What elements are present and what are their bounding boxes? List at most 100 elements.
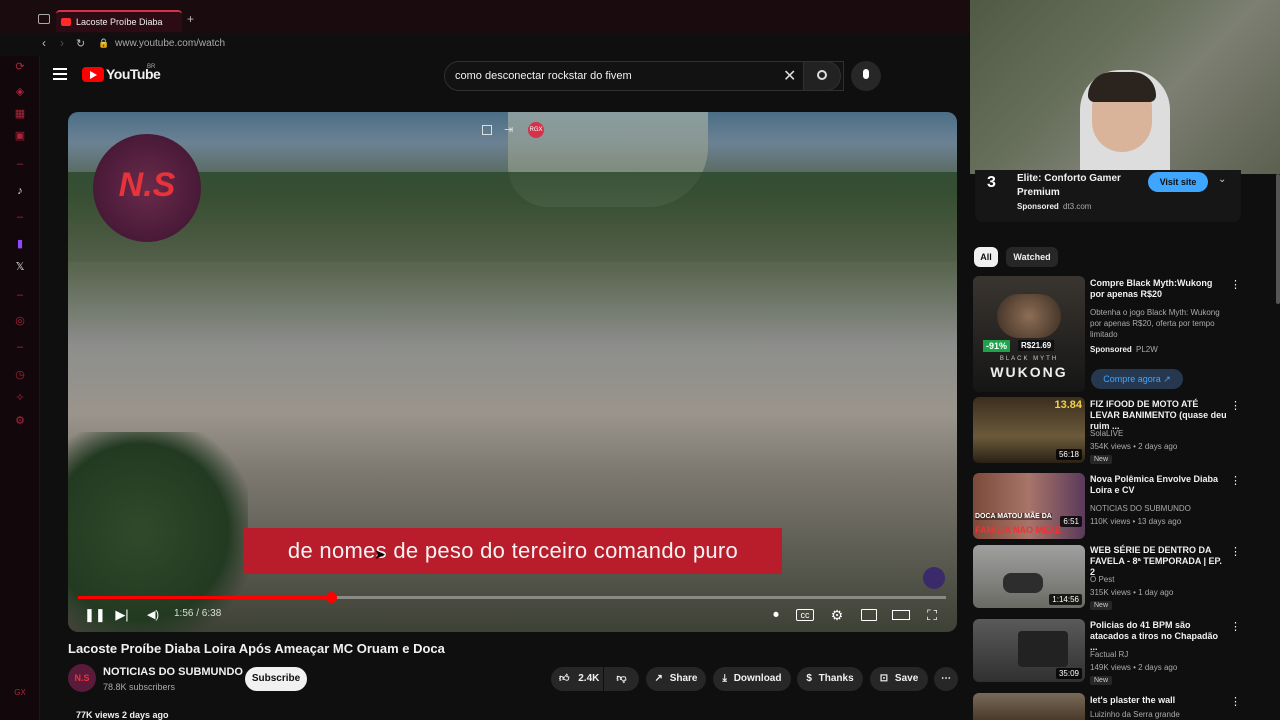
divider-icon: – (16, 289, 24, 301)
games-icon[interactable]: ▦ (13, 107, 27, 121)
thanks-icon: $ (806, 673, 812, 684)
player-icon[interactable]: ◎ (13, 314, 27, 328)
rec-menu-icon[interactable]: ⋮ (1230, 545, 1241, 558)
ad-title[interactable]: Elite: Conforto Gamer Premium (1017, 172, 1132, 200)
rec-menu-icon[interactable]: ⋮ (1230, 474, 1241, 487)
rec-menu-icon[interactable]: ⋮ (1230, 399, 1241, 412)
thumb-text: 13.84 (1054, 399, 1082, 411)
save-button[interactable]: ⊡ Save (870, 667, 928, 691)
rec-sponsored: Sponsored (1090, 345, 1132, 354)
rec-thumbnail[interactable]: 35:09 (973, 619, 1085, 682)
url-field[interactable]: www.youtube.com/watch (115, 38, 225, 49)
download-icon: ⤓ (722, 673, 727, 684)
buy-now-label: Compre agora (1103, 374, 1161, 384)
pause-icon[interactable]: ❚❚ (84, 606, 106, 624)
bookmark-icon: ⊡ (879, 673, 889, 684)
rec-channel: Luizinho da Serra grande (1090, 710, 1180, 719)
gx-icon[interactable]: GX (13, 686, 27, 700)
visit-site-button[interactable]: Visit site (1148, 172, 1208, 192)
aria-icon[interactable]: ◈ (13, 85, 27, 99)
ad-expand-icon[interactable]: ⌄ (1218, 174, 1226, 185)
twitch-icon[interactable]: ▮ (13, 237, 27, 251)
settings-icon[interactable]: ⚙ (13, 414, 27, 428)
share-button[interactable]: ↗ Share (646, 667, 706, 691)
chip-all[interactable]: All (974, 247, 998, 267)
progress-bar[interactable] (78, 592, 946, 603)
pip-icon[interactable] (482, 125, 492, 135)
search-button[interactable] (803, 61, 841, 91)
dislike-button[interactable]: 👎︎ (604, 667, 639, 691)
divider-icon: – (16, 341, 24, 353)
browser-sidebar: O ⟳ ◈ ▦ ▣ – ♪ – ▮ 𝕏 – ◎ – ◷ ✧ ⚙ GX (0, 0, 40, 720)
clear-search-icon[interactable]: ✕ (783, 66, 796, 86)
rec-thumbnail[interactable]: DOCA MATOU MÃE DA FAMILIA NAO MEXE 6:51 (973, 473, 1085, 539)
new-badge: New (1090, 676, 1113, 685)
new-tab-icon[interactable]: + (187, 12, 194, 26)
autoplay-toggle-icon[interactable]: ⏺ (766, 606, 786, 624)
settings-gear-icon[interactable]: ⚙ (828, 606, 846, 624)
scrubber-handle[interactable] (325, 592, 337, 603)
rec-title[interactable]: Nova Polêmica Envolve Diaba Loira e CV (1090, 474, 1228, 496)
history-icon[interactable]: ◷ (13, 368, 27, 382)
tab-island-icon[interactable] (38, 14, 50, 24)
menu-icon[interactable] (53, 68, 67, 80)
theater-mode-icon[interactable] (892, 610, 910, 620)
subscribe-button[interactable]: Subscribe (245, 667, 307, 691)
more-actions-button[interactable]: ⋯ (934, 667, 958, 691)
microphone-icon (863, 69, 869, 79)
rec-channel: O Pest (1090, 575, 1115, 584)
share-label: Share (669, 673, 698, 684)
page-scrollbar[interactable] (1276, 174, 1280, 304)
miniplayer-icon[interactable] (861, 609, 877, 621)
rec-thumbnail[interactable]: 13.84 56:18 (973, 397, 1085, 463)
cast-icon[interactable]: ⇥ (504, 123, 513, 136)
rec-description: Obtenha o jogo Black Myth: Wukong por ap… (1090, 308, 1220, 339)
rec-meta: 354K views • 2 days ago (1090, 442, 1178, 451)
rec-menu-icon[interactable]: ⋮ (1230, 278, 1241, 291)
voice-search-button[interactable] (851, 61, 881, 91)
thanks-button[interactable]: $ Thanks (797, 667, 863, 691)
rec-menu-icon[interactable]: ⋮ (1230, 620, 1241, 633)
like-button[interactable]: 👍︎ 2.4K (551, 667, 603, 691)
like-count: 2.4K (578, 673, 600, 684)
video-subtitle: de nomes de peso do terceiro comando pur… (244, 528, 782, 574)
speaker-icon (61, 18, 71, 26)
channel-avatar[interactable]: N.S (68, 664, 96, 692)
ad-domain: dt3.com (1063, 202, 1092, 211)
back-icon[interactable]: ‹ (42, 36, 46, 50)
duration-badge: 6:51 (1060, 516, 1082, 527)
buy-now-button[interactable]: Compre agora ↗ (1091, 369, 1183, 389)
thumb-figures (1003, 573, 1043, 593)
rec-meta: 110K views • 13 days ago (1090, 517, 1182, 526)
rec-thumbnail[interactable] (973, 693, 1085, 720)
rec-menu-icon[interactable]: ⋮ (1230, 695, 1241, 708)
rec-thumbnail[interactable]: -91% R$21.69 BLACK MYTH WUKONG (973, 276, 1085, 392)
captions-icon[interactable]: cc (796, 609, 814, 621)
channel-name[interactable]: NOTICIAS DO SUBMUNDO (103, 666, 243, 678)
tab-bar: Lacoste Proíbe Diaba + (0, 0, 970, 34)
extensions-icon[interactable]: ✧ (13, 391, 27, 405)
rec-title[interactable]: let's plaster the wall (1090, 695, 1228, 706)
rgx-badge[interactable]: RGX (528, 122, 544, 138)
x-twitter-icon[interactable]: 𝕏 (13, 260, 27, 274)
refresh-icon[interactable]: ⟳ (13, 60, 27, 74)
mail-icon[interactable]: ▣ (13, 129, 27, 143)
chip-watched[interactable]: Watched (1006, 247, 1058, 267)
fullscreen-icon[interactable]: ⛶ (924, 606, 940, 624)
youtube-logo-icon[interactable] (82, 67, 104, 82)
rec-thumbnail[interactable]: 1:14:56 (973, 545, 1085, 608)
channel-corner-icon[interactable] (923, 567, 945, 589)
tiktok-icon[interactable]: ♪ (13, 184, 27, 198)
download-button[interactable]: ⤓ Download (713, 667, 791, 691)
volume-icon[interactable]: ◀) (146, 606, 160, 624)
sponsored-ad-card[interactable]: 3 Elite: Conforto Gamer Premium Sponsore… (975, 170, 1241, 222)
forward-icon[interactable]: › (60, 36, 64, 50)
reload-icon[interactable]: ↻ (76, 37, 85, 50)
next-icon[interactable]: ▶| (114, 606, 130, 624)
duration-badge: 1:14:56 (1049, 594, 1082, 605)
search-query: como desconectar rockstar do fivem (455, 70, 632, 82)
divider-icon: – (16, 158, 24, 170)
duration-badge: 35:09 (1055, 668, 1082, 679)
tab-youtube[interactable]: Lacoste Proíbe Diaba (56, 10, 182, 32)
rec-title[interactable]: Compre Black Myth:Wukong por apenas R$20 (1090, 278, 1228, 300)
